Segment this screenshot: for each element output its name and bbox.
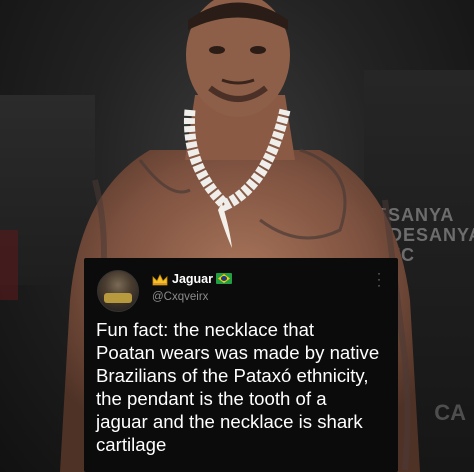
- tweet-line: Fun fact: the necklace that: [96, 319, 315, 340]
- photo-background: ESANYAADESANYAUFC CA: [0, 0, 474, 472]
- tweet-card: Jaguar @Cxqveirx · · · Fun fact: the neckl…: [84, 258, 398, 472]
- crown-icon: [152, 274, 168, 286]
- tweet-line: the pendant is the tooth of a: [96, 388, 327, 409]
- user-handle[interactable]: @Cxqveirx: [152, 291, 208, 303]
- more-options-icon[interactable]: · · ·: [376, 267, 382, 291]
- tweet-line: jaguar and the necklace is shark: [96, 411, 363, 432]
- tweet-text: Fun fact: the necklace that Poatan wears…: [96, 318, 396, 456]
- tweet-line: cartilage: [96, 434, 167, 455]
- tweet-line: Poatan wears was made by native: [96, 342, 380, 363]
- tweet-line: Brazilians of the Pataxó ethnicity,: [96, 365, 369, 386]
- avatar[interactable]: [97, 270, 139, 312]
- display-name[interactable]: Jaguar: [172, 272, 213, 286]
- brazil-flag-icon: [216, 273, 232, 284]
